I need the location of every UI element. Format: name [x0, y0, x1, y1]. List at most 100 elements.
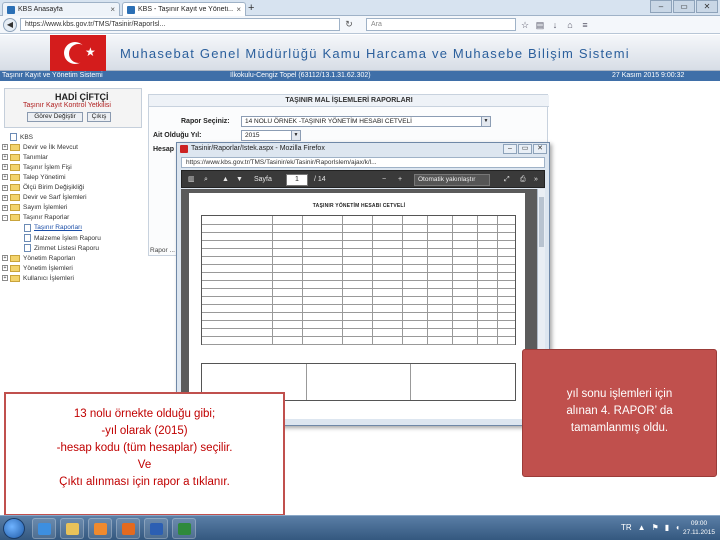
tree-item[interactable]: + Sayım İşlemleri: [2, 203, 67, 213]
more-tools-icon[interactable]: »: [534, 174, 538, 186]
expand-icon[interactable]: +: [2, 265, 8, 272]
tree-item[interactable]: + Yönetim İşlemleri: [2, 263, 73, 273]
tree-item[interactable]: - Taşınır Raporlar: [2, 213, 69, 223]
zoom-in-icon[interactable]: +: [398, 174, 402, 186]
pdf-popup-window: Tasinir/Raporlar/Istek.aspx - Mozilla Fi…: [176, 142, 550, 426]
site-header: ★ Muhasebat Genel Müdürlüğü Kamu Harcama…: [0, 35, 720, 71]
folder-icon: [10, 214, 20, 222]
folder-icon: [10, 163, 20, 171]
tree-item[interactable]: + Talep Yönetimi: [2, 172, 66, 182]
popup-maximize-button[interactable]: ▭: [518, 144, 532, 154]
table-column-line: [477, 216, 478, 344]
library-icon[interactable]: ▤: [534, 19, 546, 31]
tab-tasinir-kayit[interactable]: KBS - Taşınır Kayıt ve Yöneti... ×: [122, 2, 246, 16]
print-icon[interactable]: ⎙: [520, 174, 526, 186]
tree-item[interactable]: + Devir ve Sarf İşlemleri: [2, 193, 87, 203]
callout-line: tamamlanmış oldu.: [570, 422, 669, 434]
minimize-button[interactable]: ‒: [650, 0, 672, 13]
yil-label: Ait Olduğu Yıl:: [153, 132, 202, 139]
expand-icon[interactable]: +: [2, 174, 8, 181]
clock[interactable]: 09:00 27.11.2015: [681, 519, 717, 537]
expand-icon[interactable]: +: [2, 275, 8, 282]
page-number-input[interactable]: 1: [286, 174, 308, 186]
document-icon: [10, 133, 17, 141]
tab-kbs-anasayfa[interactable]: KBS Anasayfa ×: [2, 2, 120, 16]
pdf-page: TAŞINIR YÖNETİM HESABI CETVELİ: [189, 193, 525, 419]
close-icon[interactable]: ×: [110, 5, 115, 14]
tree-item[interactable]: + Tanımlar: [2, 152, 48, 162]
fullscreen-icon[interactable]: ⤢: [504, 174, 510, 186]
tree-item[interactable]: Taşınır Raporları: [16, 223, 82, 233]
table-row-line: [202, 264, 515, 265]
expand-icon[interactable]: +: [2, 255, 8, 262]
expand-icon[interactable]: +: [2, 164, 8, 171]
change-role-button[interactable]: Görev Değiştir: [27, 112, 83, 122]
star-icon[interactable]: ☆: [519, 19, 531, 31]
close-icon[interactable]: ×: [236, 5, 241, 14]
expand-icon[interactable]: +: [2, 204, 8, 211]
download-icon[interactable]: ↓: [549, 19, 561, 31]
find-icon[interactable]: ⌕: [204, 174, 208, 186]
flag-icon[interactable]: ⚑: [652, 522, 659, 534]
zoom-select[interactable]: Otomatik yakınlaştır: [414, 174, 490, 186]
tree-item[interactable]: Zimmet Listesi Raporu: [16, 243, 99, 253]
reload-icon[interactable]: ↻: [343, 19, 355, 30]
sidebar-toggle-icon[interactable]: ▥: [188, 174, 195, 186]
tab-label: KBS Anasayfa: [18, 6, 63, 13]
logout-button[interactable]: Çıkış: [87, 112, 111, 122]
tree-item[interactable]: KBS: [2, 132, 33, 142]
scrollbar-thumb[interactable]: [539, 197, 544, 247]
expand-icon[interactable]: +: [2, 194, 8, 201]
tree-item-label: KBS: [20, 133, 34, 141]
date-time: 27 Kasım 2015 9:00:32: [612, 72, 685, 79]
zoom-out-icon[interactable]: −: [382, 174, 386, 186]
tree-item[interactable]: + Taşınır İşlem Fişi: [2, 162, 72, 172]
popup-minimize-button[interactable]: ‒: [503, 144, 517, 154]
internet-explorer-icon[interactable]: [32, 518, 56, 539]
start-button[interactable]: [3, 518, 25, 539]
pdf-viewer-area[interactable]: TAŞINIR YÖNETİM HESABI CETVELİ: [181, 189, 537, 419]
home-icon[interactable]: ⌂: [564, 19, 576, 31]
expand-icon[interactable]: +: [2, 154, 8, 161]
excel-icon[interactable]: [172, 518, 196, 539]
panel-title: TAŞINIR MAL İŞLEMLERİ RAPORLARI: [149, 95, 549, 107]
media-player-icon[interactable]: [88, 518, 112, 539]
language-indicator[interactable]: TR: [621, 522, 632, 534]
tree-item-label: Kullanıcı İşlemleri: [23, 274, 74, 282]
rapor-label: Rapor Seçiniz:: [181, 118, 230, 125]
tree-item[interactable]: + Yönetim Raporları: [2, 253, 75, 263]
volume-icon[interactable]: ◖: [675, 522, 680, 534]
browser-tabstrip: KBS Anasayfa × KBS - Taşınır Kayıt ve Yö…: [0, 0, 720, 16]
address-bar[interactable]: https://www.kbs.gov.tr/TMS/Tasinir/Rapor…: [20, 18, 340, 31]
previous-page-icon[interactable]: ▲: [222, 174, 229, 186]
search-input[interactable]: Ara: [366, 18, 516, 31]
tray-arrow-icon[interactable]: ▲: [638, 522, 646, 534]
back-arrow-icon[interactable]: ◀: [3, 17, 17, 32]
tree-item[interactable]: Malzeme İşlem Raporu: [16, 233, 101, 243]
rapor-link[interactable]: Rapor ...: [150, 247, 175, 254]
popup-close-button[interactable]: ✕: [533, 144, 547, 154]
file-explorer-icon[interactable]: [60, 518, 84, 539]
maximize-button[interactable]: ▭: [673, 0, 695, 13]
rapor-select[interactable]: 14 NOLU ÖRNEK -TAŞINIR YÖNETİM HESABI CE…: [241, 116, 491, 127]
firefox-taskbar-icon[interactable]: [116, 518, 140, 539]
callout-line: 13 nolu örnekte olduğu gibi;: [73, 408, 216, 420]
expand-icon[interactable]: +: [2, 144, 8, 151]
yil-select[interactable]: 2015 ▼: [241, 130, 301, 141]
popup-address-bar[interactable]: https://www.kbs.gov.tr/TMS/Tasinir/ek/Ta…: [181, 157, 545, 168]
expand-icon[interactable]: +: [2, 184, 8, 191]
callout-line: alınan 4. RAPOR’ da: [566, 405, 673, 417]
new-tab-button[interactable]: +: [248, 2, 254, 14]
menu-icon[interactable]: ≡: [579, 19, 591, 31]
tree-item[interactable]: + Devir ve İlk Mevcut: [2, 142, 78, 152]
tree-item[interactable]: + Kullanıcı İşlemleri: [2, 273, 74, 283]
collapse-icon[interactable]: -: [2, 214, 8, 221]
table-column-line: [497, 216, 498, 344]
tree-item[interactable]: + Ölçü Birim Değişikliği: [2, 183, 84, 193]
word-icon[interactable]: [144, 518, 168, 539]
close-window-button[interactable]: ✕: [696, 0, 718, 13]
kbs-favicon-icon: [127, 5, 135, 14]
network-icon[interactable]: ▮: [665, 522, 669, 534]
system-name: Taşınır Kayıt ve Yönetim Sistemi: [2, 72, 103, 79]
next-page-icon[interactable]: ▼: [236, 174, 243, 186]
